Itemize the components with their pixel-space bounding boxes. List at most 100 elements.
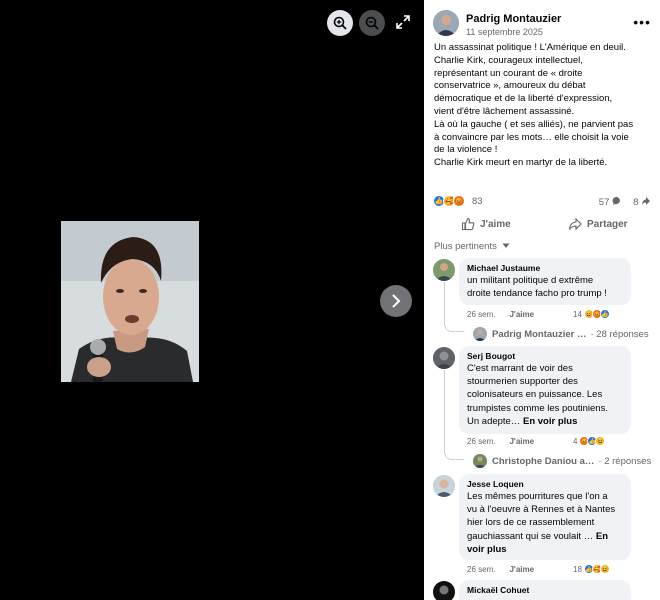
post-author-name[interactable]: Padrig Montauzier xyxy=(466,13,561,25)
post-text-line: démocratique et de la liberté d'expressi… xyxy=(434,93,613,105)
commenter-name[interactable]: Mickaël Cohuet xyxy=(467,585,623,596)
post-date[interactable]: 11 septembre 2025 xyxy=(466,27,543,37)
commenter-avatar[interactable] xyxy=(433,581,455,600)
post-panel: Padrig Montauzier 11 septembre 2025 ••• … xyxy=(424,0,660,600)
comment-reaction-count: 4 xyxy=(573,436,578,446)
next-photo-button[interactable] xyxy=(380,285,412,317)
commenter-name[interactable]: Jesse Loquen xyxy=(467,479,623,490)
comment-item: Michael Justaume un militant politique d… xyxy=(433,258,655,343)
comment-sort-dropdown[interactable]: Plus pertinents xyxy=(434,241,510,252)
comment-count-value: 57 xyxy=(598,197,610,208)
commenter-avatar[interactable] xyxy=(433,347,455,369)
comment-reactions[interactable]: 18 👍 🥰 😆 xyxy=(573,564,610,574)
commenter-avatar[interactable] xyxy=(433,475,455,497)
comment-text-truncated: gauchiassant qui se voulait … xyxy=(467,530,594,542)
comment-text-truncated: Un adepte… xyxy=(467,415,521,427)
like-button[interactable]: J'aime xyxy=(461,217,511,231)
comment-count[interactable]: 57 xyxy=(599,196,622,208)
post-photo[interactable] xyxy=(61,221,199,382)
commenter-name[interactable]: Michael Justaume xyxy=(467,263,623,274)
comment-item: Jesse Loquen Les mêmes pourritures que l… xyxy=(433,474,655,578)
comment-bubble: Serj Bougot C'est marrant de voir des st… xyxy=(459,346,631,434)
reply-author-avatar xyxy=(473,454,487,468)
comment-item: Mickaël Cohuet xyxy=(433,580,655,600)
expand-icon xyxy=(396,15,410,29)
reply-author: Padrig Montauzier … xyxy=(492,328,587,340)
commenter-avatar-image xyxy=(433,581,455,600)
thumbs-up-icon xyxy=(461,217,475,231)
post-text-line: Là où la gauche ( et ses alliés), ne par… xyxy=(434,118,634,130)
post-header: Padrig Montauzier 11 septembre 2025 ••• xyxy=(433,10,655,40)
commenter-avatar-image xyxy=(433,347,455,369)
caret-down-icon xyxy=(502,243,510,248)
more-options-icon[interactable]: ••• xyxy=(633,14,651,30)
reaction-icons[interactable]: 👍 🥰 😡 xyxy=(433,195,465,207)
comment-text-line: vu à l'oeuvre à Rennes et à Nantes xyxy=(467,504,616,516)
like-reaction-icon: 👍 xyxy=(599,309,610,319)
reply-author-avatar xyxy=(473,327,487,341)
haha-reaction-icon: 😆 xyxy=(595,436,606,446)
share-button-label: Partager xyxy=(587,218,628,230)
commenter-name[interactable]: Serj Bougot xyxy=(467,351,623,362)
comment-reactions[interactable]: 4 😡 👍 😆 xyxy=(573,436,606,446)
zoom-in-icon xyxy=(333,16,347,30)
reply-author-avatar-image xyxy=(473,454,487,468)
portrait-image xyxy=(61,221,199,382)
zoom-out-icon xyxy=(365,16,379,30)
post-actions: J'aime Partager xyxy=(433,212,655,236)
comment-reaction-count: 14 xyxy=(573,309,582,319)
comment-like-button[interactable]: J'aime xyxy=(509,310,534,319)
comment-reaction-count: 18 xyxy=(573,564,582,574)
post-text-line: Charlie Kirk meurt en martyr de la liber… xyxy=(434,157,608,169)
chevron-right-icon xyxy=(392,294,401,308)
commenter-avatar-image xyxy=(433,259,455,281)
post-text-line: Un assassinat politique ! L'Amérique en … xyxy=(434,42,626,53)
post-text-line: conservatrice », amoureux du débat xyxy=(434,80,586,92)
comment-text-line: trumpistes comme les poutiniens. xyxy=(467,402,608,414)
reply-count: · 2 réponses xyxy=(598,455,652,467)
comment-time[interactable]: 26 sem. xyxy=(467,310,495,319)
post-text-line: de la violence ! xyxy=(434,144,498,156)
commenter-avatar-image xyxy=(433,475,455,497)
comment-bubble-icon xyxy=(612,196,620,205)
comment-reactions[interactable]: 14 😆 😡 👍 xyxy=(573,309,610,319)
reply-author-avatar-image xyxy=(473,327,487,341)
comment-like-button[interactable]: J'aime xyxy=(509,437,534,446)
comment-time[interactable]: 26 sem. xyxy=(467,437,495,446)
zoom-in-button[interactable] xyxy=(327,10,353,36)
sort-label: Plus pertinents xyxy=(434,241,497,252)
comment-text-line: Les mêmes pourritures que l'on a xyxy=(467,491,608,502)
share-button[interactable]: Partager xyxy=(568,217,628,231)
comment-bubble: Michael Justaume un militant politique d… xyxy=(459,258,631,305)
like-button-label: J'aime xyxy=(480,218,511,230)
view-replies-link[interactable]: Padrig Montauzier … · 28 réponses xyxy=(473,327,649,341)
comment-text-line: colonisateurs en puissance. Les xyxy=(467,389,603,401)
comment-text-line: C'est marrant de voir des xyxy=(467,363,573,374)
view-replies-link[interactable]: Christophe Daniou a… · 2 réponses xyxy=(473,454,651,468)
photo-viewer xyxy=(0,0,424,600)
share-icon xyxy=(568,217,582,231)
thread-connector xyxy=(444,282,464,332)
share-arrow-icon xyxy=(642,197,650,205)
angry-reaction-icon: 😡 xyxy=(453,195,465,207)
see-more-link[interactable]: voir plus xyxy=(467,544,507,555)
zoom-out-button[interactable] xyxy=(359,10,385,36)
reaction-count[interactable]: 83 xyxy=(472,196,483,207)
fullscreen-button[interactable] xyxy=(395,14,411,30)
see-more-link[interactable]: En xyxy=(596,531,608,542)
comment-text-line: gauchiassant qui se voulait … En xyxy=(467,530,623,543)
comment-time[interactable]: 26 sem. xyxy=(467,565,495,574)
share-count-value: 8 xyxy=(633,197,639,208)
commenter-avatar[interactable] xyxy=(433,259,455,281)
comment-text-line: stourmerien supporter des xyxy=(467,376,578,388)
author-avatar[interactable] xyxy=(433,10,459,36)
share-count[interactable]: 8 xyxy=(633,196,651,208)
comment-like-button[interactable]: J'aime xyxy=(509,565,534,574)
author-avatar-image xyxy=(433,10,459,36)
post-text-line: représentant un courant de « droite xyxy=(434,67,583,79)
comment-bubble: Mickaël Cohuet xyxy=(459,580,631,600)
post-text-line: Charlie Kirk, courageux intellectuel, xyxy=(434,54,583,66)
post-stats: 👍 🥰 😡 83 57 8 xyxy=(433,195,655,209)
see-more-link[interactable]: En voir plus xyxy=(523,416,577,427)
reply-count: · 28 réponses xyxy=(590,328,649,340)
